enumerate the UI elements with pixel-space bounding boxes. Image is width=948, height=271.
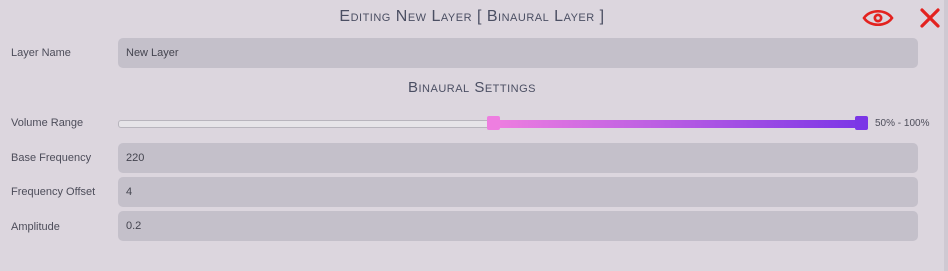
volume-range-label: Volume Range xyxy=(11,117,84,129)
volume-range-value: 50% - 100% xyxy=(875,118,930,129)
layer-name-label: Layer Name xyxy=(11,47,71,59)
slider-range-fill xyxy=(493,120,862,128)
layer-editor-panel: Editing New Layer [ Binaural Layer ] Lay… xyxy=(0,0,948,271)
base-frequency-input[interactable]: 220 xyxy=(118,143,918,173)
frequency-offset-label: Frequency Offset xyxy=(11,186,96,198)
slider-max-handle[interactable] xyxy=(855,116,868,130)
slider-min-handle[interactable] xyxy=(487,116,500,130)
close-icon xyxy=(920,8,940,28)
amplitude-label: Amplitude xyxy=(11,221,60,233)
visibility-toggle-button[interactable] xyxy=(862,4,894,32)
frequency-offset-input[interactable]: 4 xyxy=(118,177,918,207)
section-title: Binaural Settings xyxy=(407,79,537,96)
close-button[interactable] xyxy=(914,4,946,32)
window-title: Editing New Layer [ Binaural Layer ] xyxy=(339,8,605,25)
layer-name-input[interactable]: New Layer xyxy=(118,38,918,68)
volume-range-slider[interactable] xyxy=(118,116,868,132)
amplitude-input[interactable]: 0.2 xyxy=(118,211,918,241)
eye-icon xyxy=(862,9,894,27)
base-frequency-label: Base Frequency xyxy=(11,152,92,164)
